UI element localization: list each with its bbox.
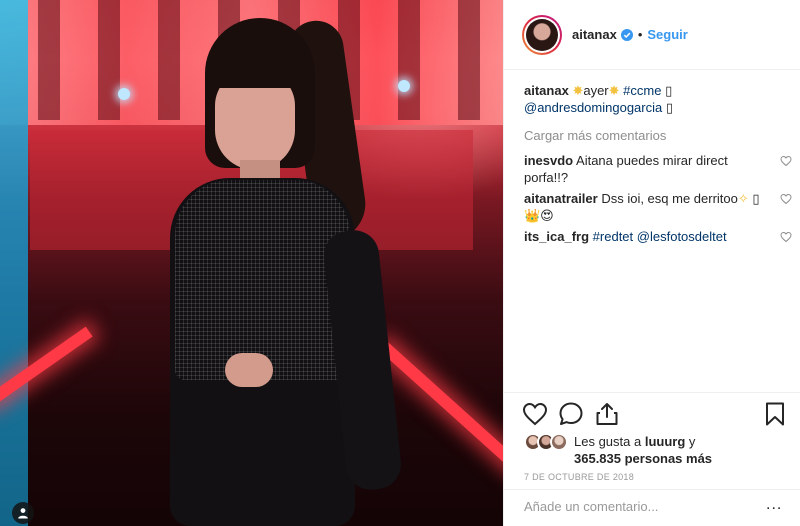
blue-stage-light	[0, 0, 28, 526]
post-side-panel: aitanax • Seguir aitanax ✸ayer✸ #ccme ▯ …	[503, 0, 800, 526]
more-options-button[interactable]: ...	[766, 496, 782, 514]
verified-badge-icon	[620, 28, 633, 41]
caption-glyph: ▯	[665, 100, 674, 115]
sun-emoji-icon: ✸	[572, 83, 584, 98]
liker-avatars	[524, 433, 574, 453]
comment-hashtag[interactable]: #redtet	[593, 229, 633, 244]
comment-item: aitanatrailer Dss ioi, esq me derritoo✧ …	[524, 190, 792, 224]
share-icon[interactable]	[594, 401, 620, 427]
liker-username[interactable]: luuurg	[645, 434, 685, 449]
comment-item: its_ica_frg #redtet @lesfotosdeltet	[524, 228, 792, 245]
post-header: aitanax • Seguir	[504, 0, 800, 70]
person-icon	[18, 508, 28, 519]
header-username[interactable]: aitanax	[572, 27, 617, 42]
comment-username[interactable]: its_ica_frg	[524, 229, 589, 244]
performer-bangs	[210, 48, 302, 88]
liker-avatar[interactable]	[550, 433, 568, 451]
bookmark-icon[interactable]	[762, 401, 788, 427]
sun-emoji-icon: ✸	[608, 83, 620, 98]
caption-glyph: ▯	[665, 83, 673, 98]
likes-summary: Les gusta a luuurg y 365.835 personas má…	[524, 433, 786, 467]
user-tag-icon[interactable]	[12, 502, 34, 524]
avatar-image	[526, 18, 558, 51]
stage-light-dot	[118, 88, 130, 100]
performer-mesh-top	[175, 180, 350, 380]
comment-emojis: 👑😍	[524, 208, 554, 223]
likes-count[interactable]: 365.835 personas más	[574, 451, 712, 466]
separator-dot: •	[637, 27, 643, 42]
caption-text: ayer	[583, 83, 609, 98]
heart-icon[interactable]	[522, 401, 548, 427]
likes-text: Les gusta a luuurg y 365.835 personas má…	[574, 433, 712, 467]
comment-mention[interactable]: @lesfotosdeltet	[637, 229, 727, 244]
post-photo[interactable]	[0, 0, 503, 526]
caption-username[interactable]: aitanax	[524, 83, 569, 98]
follow-button[interactable]: Seguir	[647, 27, 687, 42]
load-more-comments-button[interactable]: Cargar más comentarios	[524, 127, 786, 144]
avatar[interactable]	[522, 14, 562, 55]
performer-hand	[225, 353, 273, 387]
post-actions: Les gusta a luuurg y 365.835 personas má…	[504, 392, 800, 522]
heart-icon[interactable]	[780, 231, 792, 243]
caption-hashtag[interactable]: #ccme	[623, 83, 661, 98]
comment-glyph: ▯	[752, 191, 760, 206]
comment-icon[interactable]	[558, 401, 584, 427]
sparkle-emoji-icon: ✧	[737, 191, 749, 206]
post-date[interactable]: 7 de octubre de 2018	[524, 472, 634, 482]
comments-list: aitanax ✸ayer✸ #ccme ▯ @andresdomingogar…	[524, 82, 792, 249]
heart-icon[interactable]	[780, 193, 792, 205]
post-caption: aitanax ✸ayer✸ #ccme ▯ @andresdomingogar…	[524, 82, 786, 116]
comment-username[interactable]: inesvdo	[524, 153, 573, 168]
stage-light-dot	[398, 80, 410, 92]
comment-username[interactable]: aitanatrailer	[524, 191, 598, 206]
likes-connector: y	[688, 434, 696, 449]
add-comment-input[interactable]	[524, 496, 744, 516]
heart-icon[interactable]	[780, 155, 792, 167]
comment-text: Dss ioi, esq me derritoo	[601, 191, 738, 206]
action-bar	[522, 401, 787, 427]
add-comment-section: ...	[504, 489, 800, 519]
likes-prefix: Les gusta a	[574, 434, 642, 449]
avatar-ring	[524, 16, 560, 53]
caption-mention[interactable]: @andresdomingogarcia	[524, 100, 662, 115]
comment-item: inesvdo Aitana puedes mirar direct porfa…	[524, 152, 792, 186]
